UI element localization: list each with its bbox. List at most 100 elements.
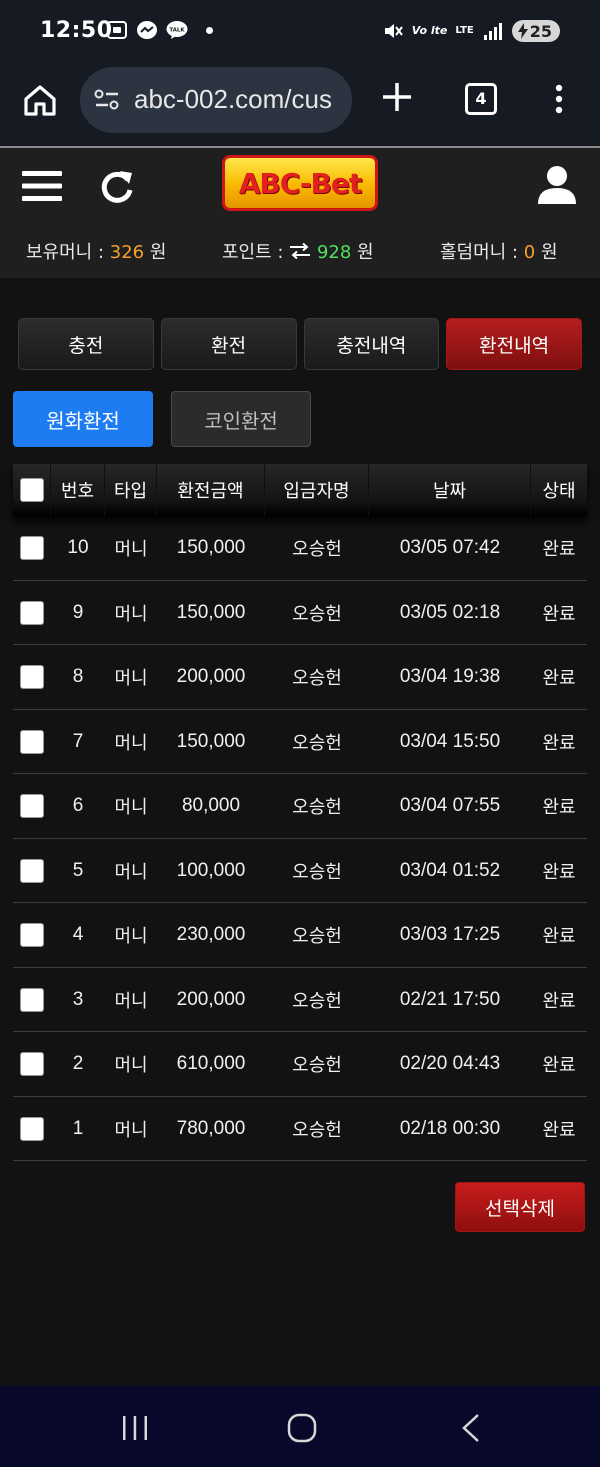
balance-bar: 보유머니 : 326 원 포인트 : 928 원 홀덤머니 : 0 원 — [0, 238, 600, 268]
row-date: 03/04 15:50 — [399, 730, 501, 752]
header-date: 날짜 — [369, 464, 531, 516]
row-date: 03/04 01:52 — [399, 859, 501, 881]
row-amount: 150,000 — [176, 537, 246, 558]
header-depositor: 입금자명 — [265, 464, 369, 516]
tab-row: 충전 환전 충전내역 환전내역 — [18, 318, 582, 370]
table-row: 5 머니 100,000 오승헌 03/04 01:52 완료 — [13, 839, 587, 903]
messenger-icon — [137, 21, 157, 39]
site-logo[interactable]: ABC-Bet — [222, 155, 378, 211]
header-number: 번호 — [51, 464, 105, 516]
delete-selected-button[interactable]: 선택삭제 — [455, 1182, 585, 1232]
row-amount: 80,000 — [181, 795, 241, 816]
back-icon[interactable] — [460, 1412, 482, 1444]
subtab-coin-withdraw[interactable]: 코인환전 — [171, 391, 311, 447]
table-row: 2 머니 610,000 오승헌 02/20 04:43 완료 — [13, 1032, 587, 1097]
row-checkbox[interactable] — [20, 858, 44, 883]
row-depositor: 오승헌 — [292, 1055, 342, 1076]
row-status: 완료 — [542, 668, 576, 689]
hamburger-menu-icon[interactable] — [22, 168, 62, 204]
row-type: 머니 — [114, 668, 148, 689]
home-icon[interactable] — [22, 82, 58, 118]
address-bar[interactable]: abc-002.com/cus — [80, 67, 352, 133]
row-status: 완료 — [542, 797, 576, 818]
row-checkbox[interactable] — [20, 923, 44, 947]
row-status: 완료 — [542, 926, 576, 947]
row-number: 2 — [72, 1053, 84, 1074]
exchange-arrows-icon[interactable] — [289, 242, 311, 260]
svg-text:TALK: TALK — [169, 28, 185, 34]
row-type: 머니 — [114, 926, 148, 947]
row-status: 완료 — [542, 539, 576, 560]
row-status: 완료 — [542, 1119, 576, 1141]
tab-deposit-history[interactable]: 충전내역 — [303, 318, 440, 370]
table-header: 번호 타입 환전금액 입금자명 날짜 상태 — [13, 464, 587, 516]
row-amount: 230,000 — [176, 924, 246, 945]
table-row: 1 머니 780,000 오승헌 02/18 00:30 완료 — [13, 1097, 587, 1161]
row-number: 1 — [72, 1117, 84, 1139]
row-checkbox[interactable] — [20, 794, 44, 818]
row-number: 4 — [72, 924, 84, 945]
row-checkbox[interactable] — [20, 1052, 44, 1076]
row-type: 머니 — [114, 1055, 148, 1076]
row-amount: 200,000 — [176, 988, 246, 1010]
site-settings-icon[interactable] — [94, 89, 120, 111]
subtab-krw-withdraw[interactable]: 원화환전 — [13, 391, 153, 447]
row-number: 3 — [72, 988, 84, 1010]
lte-icon: LTE — [455, 25, 474, 36]
refresh-icon[interactable] — [98, 168, 136, 206]
tab-withdraw[interactable]: 환전 — [160, 318, 297, 370]
signal-icon — [483, 23, 502, 40]
row-depositor: 오승헌 — [292, 797, 342, 818]
point-value: 928 — [316, 242, 352, 263]
header-amount: 환전금액 — [157, 464, 265, 516]
row-type: 머니 — [114, 1119, 148, 1141]
row-checkbox[interactable] — [20, 987, 44, 1012]
row-date: 03/05 02:18 — [399, 601, 501, 623]
row-checkbox[interactable] — [20, 600, 44, 625]
row-checkbox[interactable] — [20, 536, 44, 560]
tabs-icon[interactable]: 4 — [465, 83, 497, 115]
row-date: 03/03 17:25 — [399, 924, 501, 945]
row-type: 머니 — [114, 603, 148, 625]
row-number: 5 — [72, 859, 84, 881]
tab-count: 4 — [475, 89, 487, 108]
row-depositor: 오승헌 — [292, 539, 342, 560]
row-number: 6 — [72, 795, 84, 816]
row-type: 머니 — [114, 732, 148, 754]
row-type: 머니 — [114, 539, 148, 560]
tab-deposit[interactable]: 충전 — [18, 318, 154, 370]
row-depositor: 오승헌 — [292, 990, 342, 1012]
point-balance: 포인트 : 928 원 — [222, 242, 374, 263]
more-icon[interactable] — [552, 84, 566, 114]
tab-withdraw-history[interactable]: 환전내역 — [446, 318, 582, 370]
row-checkbox[interactable] — [20, 665, 44, 689]
row-depositor: 오승헌 — [292, 1119, 342, 1141]
row-checkbox[interactable] — [20, 1116, 44, 1141]
table-row: 10 머니 150,000 오승헌 03/05 07:42 완료 — [13, 516, 587, 581]
row-number: 10 — [67, 537, 89, 558]
kakaotalk-icon: TALK — [166, 21, 188, 39]
row-checkbox[interactable] — [20, 729, 44, 754]
table-row: 4 머니 230,000 오승헌 03/03 17:25 완료 — [13, 903, 587, 968]
row-number: 8 — [72, 666, 84, 687]
recent-apps-icon[interactable] — [120, 1414, 150, 1442]
url-text[interactable]: abc-002.com/cus — [134, 84, 332, 115]
row-amount: 200,000 — [176, 666, 246, 687]
new-tab-icon[interactable] — [380, 80, 414, 114]
row-depositor: 오승헌 — [292, 668, 342, 689]
site-header: ABC-Bet 보유머니 : 326 원 포인트 : 928 원 홀덤머니 : … — [0, 148, 600, 278]
row-status: 완료 — [542, 861, 576, 883]
money-balance: 보유머니 : 326 원 — [26, 242, 167, 263]
status-bar: 12:50 TALK Vo lte LTE 25 — [0, 0, 600, 64]
row-number: 7 — [72, 730, 84, 752]
browser-toolbar: abc-002.com/cus 4 — [0, 64, 600, 148]
user-icon[interactable] — [536, 164, 578, 206]
select-all-checkbox[interactable] — [19, 478, 44, 502]
row-date: 02/20 04:43 — [399, 1053, 501, 1074]
row-amount: 780,000 — [176, 1117, 246, 1139]
row-number: 9 — [72, 601, 84, 623]
header-type: 타입 — [105, 464, 157, 516]
row-type: 머니 — [114, 990, 148, 1012]
table-row: 7 머니 150,000 오승헌 03/04 15:50 완료 — [13, 710, 587, 774]
home-circle-icon[interactable] — [287, 1413, 317, 1443]
